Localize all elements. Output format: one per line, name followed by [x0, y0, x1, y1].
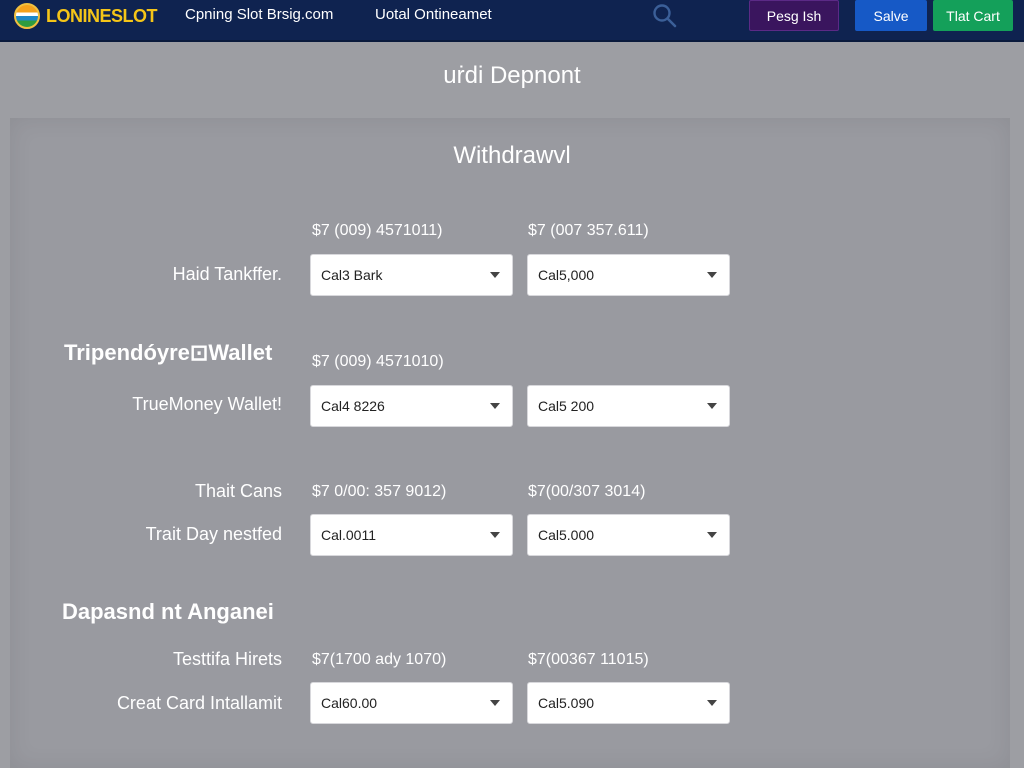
row-pre-label: Thait Cans [194, 481, 282, 501]
select-value: Cal5.000 [538, 527, 595, 543]
nav-link-total-entertainment[interactable]: Uotal Ontineamet [375, 6, 492, 23]
select-value: Cal5.090 [538, 695, 595, 711]
register-button[interactable]: Pesg Ish [749, 0, 839, 31]
chevron-down-icon [707, 532, 717, 538]
page-title: uṙdi Depnont [443, 62, 581, 89]
section-title: Withdrawvl [453, 142, 571, 169]
chevron-down-icon [490, 532, 500, 538]
select-value: Cal5,000 [538, 267, 595, 283]
top-nav-bar: LONINESLOT Cpning Slot Brsig.com Uotal O… [0, 0, 1024, 42]
withdrawal-panel [10, 118, 1010, 768]
chevron-down-icon [707, 403, 717, 409]
chevron-down-icon [490, 272, 500, 278]
row-label-trait-day: Trait Day nestfed [145, 524, 282, 544]
select-value: Cal.0011 [321, 527, 377, 543]
amount-label: $7 0/00: 357 9012) [312, 483, 447, 500]
amount-label: $7 (009) 4571010) [312, 353, 444, 370]
select-value: Cal5 200 [538, 398, 595, 414]
select-value: Cal3 Bark [321, 267, 383, 283]
wallet-select[interactable]: Cal4 8226 [310, 385, 513, 427]
amount-select[interactable]: Cal5.090 [527, 682, 730, 724]
card-select[interactable]: Cal.0011 [310, 514, 513, 556]
select-value: Cal4 8226 [321, 398, 385, 414]
amount-label: $7 (009) 4571011) [312, 222, 443, 239]
chevron-down-icon [707, 272, 717, 278]
row-pre-label: Testtifa Hirets [172, 649, 282, 669]
amount-select[interactable]: Cal5.000 [527, 514, 730, 556]
search-icon[interactable] [652, 3, 678, 29]
row-label-bank-transfer: Haid Tankffer. [172, 264, 282, 284]
chevron-down-icon [707, 700, 717, 706]
bank-select[interactable]: Cal3 Bark [310, 254, 513, 296]
amount-select[interactable]: Cal5 200 [527, 385, 730, 427]
amount-label: $7(1700 ady 1070) [312, 651, 447, 668]
chevron-down-icon [490, 403, 500, 409]
chevron-down-icon [490, 700, 500, 706]
logo-text: LONINESLOT [46, 5, 158, 26]
select-value: Cal60.00 [321, 695, 378, 711]
logo-icon [14, 3, 40, 29]
amount-label: $7(00/307 3014) [528, 483, 646, 500]
row-label-truemoney-wallet: TrueMoney Wallet! [132, 394, 282, 414]
nav-link-opening-slot[interactable]: Cpning Slot Brsig.com [185, 6, 333, 23]
start-cart-button[interactable]: Tlat Cart [933, 0, 1013, 31]
group-title-wallet: Tripendóyre⊡Wallet [64, 340, 273, 365]
site-logo[interactable]: LONINESLOT [14, 3, 158, 29]
amount-label: $7(00367 11015) [528, 651, 649, 668]
amount-label: $7 (007 357.611) [528, 222, 649, 239]
group-title-deposit: Dapasnd nt Anganei [62, 599, 274, 624]
save-button[interactable]: Salve [855, 0, 927, 31]
amount-select[interactable]: Cal5,000 [527, 254, 730, 296]
credit-select[interactable]: Cal60.00 [310, 682, 513, 724]
row-label-credit-card: Creat Card Intallamit [116, 693, 282, 713]
